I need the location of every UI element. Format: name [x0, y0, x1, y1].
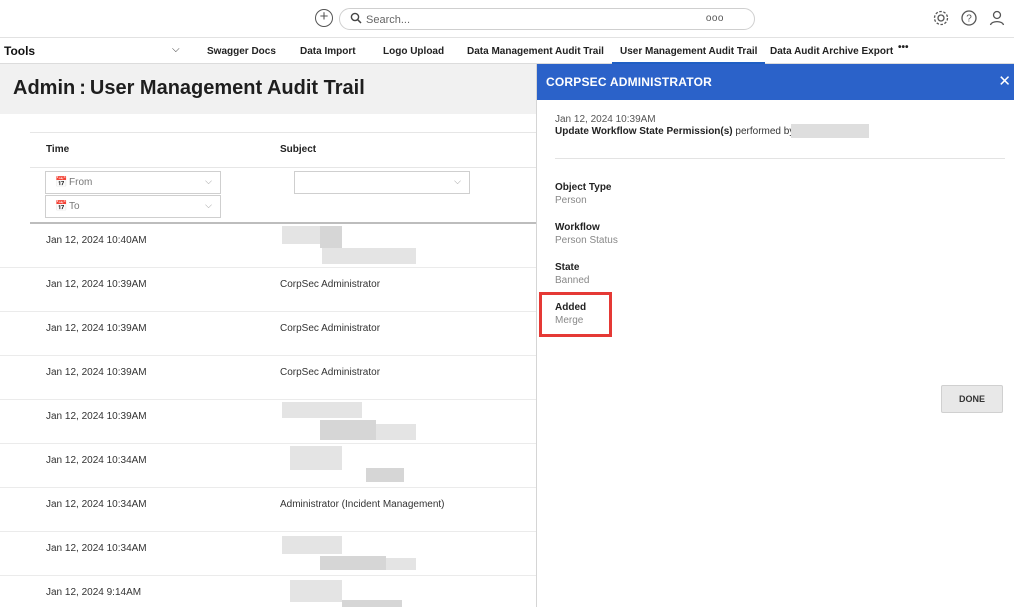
redacted-subject	[322, 248, 416, 264]
nav-item-data-import[interactable]: Data Import	[300, 46, 356, 57]
redacted-subject	[342, 600, 402, 607]
table-row[interactable]: Jan 12, 2024 10:34AM Administrator (Inci…	[0, 488, 536, 532]
redacted-subject	[290, 580, 342, 602]
field-value-state: Banned	[555, 275, 590, 286]
table-row[interactable]: Jan 12, 2024 9:14AM	[0, 576, 536, 607]
page-title: Admin : User Management Audit Trail	[13, 77, 365, 99]
chevron-down-icon: ⌵	[205, 200, 212, 210]
tools-nav-bar: Tools ⌵ Swagger Docs Data Import Logo Up…	[0, 38, 1014, 65]
redacted-subject	[282, 402, 362, 418]
to-date-filter[interactable]: 📅 To ⌵	[45, 195, 221, 218]
table-row[interactable]: Jan 12, 2024 10:34AM	[0, 532, 536, 576]
svg-text:?: ?	[966, 14, 972, 25]
page-header: Admin : User Management Audit Trail	[0, 64, 536, 114]
audit-detail-panel: CORPSEC ADMINISTRATOR ✕ Jan 12, 2024 10:…	[536, 64, 1014, 607]
redacted-subject	[320, 420, 376, 440]
redacted-actor	[791, 124, 869, 138]
table-row[interactable]: Jan 12, 2024 10:40AM	[0, 224, 536, 268]
nav-more-menu[interactable]: •••	[898, 42, 909, 53]
nav-item-swagger-docs[interactable]: Swagger Docs	[207, 46, 276, 57]
table-row[interactable]: Jan 12, 2024 10:39AM CorpSec Administrat…	[0, 268, 536, 312]
field-label-state: State	[555, 262, 580, 273]
chevron-down-icon[interactable]: ⌵	[172, 44, 180, 55]
table-row[interactable]: Jan 12, 2024 10:39AM CorpSec Administrat…	[0, 356, 536, 400]
settings-gear-icon[interactable]	[932, 9, 950, 27]
redacted-subject	[376, 424, 416, 440]
tools-menu[interactable]: Tools	[4, 44, 35, 58]
redacted-subject	[282, 536, 342, 554]
table-top-divider	[30, 132, 536, 133]
field-value-object-type: Person	[555, 195, 587, 206]
from-date-filter[interactable]: 📅 From ⌵	[45, 171, 221, 194]
calendar-icon: 📅	[55, 201, 68, 212]
column-header-subject[interactable]: Subject	[280, 144, 316, 155]
event-description: Update Workflow State Permission(s) perf…	[555, 126, 795, 137]
redacted-subject	[282, 226, 320, 244]
field-value-added: Merge	[555, 315, 584, 326]
column-header-time[interactable]: Time	[46, 144, 69, 155]
field-label-added: Added	[555, 302, 587, 313]
table-row[interactable]: Jan 12, 2024 10:39AM CorpSec Administrat…	[0, 312, 536, 356]
table-header-divider	[30, 167, 536, 168]
add-icon[interactable]: +	[315, 9, 333, 27]
chevron-down-icon: ⌵	[454, 176, 461, 186]
top-bar: + ooo ?	[0, 0, 1014, 38]
redacted-subject	[386, 558, 416, 570]
panel-divider	[555, 158, 1005, 159]
redacted-subject	[320, 556, 386, 570]
panel-title: CORPSEC ADMINISTRATOR	[546, 75, 712, 89]
redacted-subject	[366, 468, 404, 482]
nav-item-logo-upload[interactable]: Logo Upload	[383, 46, 444, 57]
field-label-workflow: Workflow	[555, 222, 600, 233]
table-row[interactable]: Jan 12, 2024 10:34AM	[0, 444, 536, 488]
audit-trail-table: Time Subject 📅 From ⌵ 📅 To ⌵ ⌵ Jan 12, 2…	[0, 114, 536, 607]
calendar-icon: 📅	[55, 177, 68, 188]
search-options[interactable]: ooo	[706, 13, 724, 24]
event-timestamp: Jan 12, 2024 10:39AM	[555, 114, 656, 125]
search-input[interactable]	[366, 11, 666, 28]
nav-item-data-audit-archive-export[interactable]: Data Audit Archive Export	[770, 46, 893, 57]
panel-header: CORPSEC ADMINISTRATOR ✕	[537, 64, 1014, 100]
nav-item-user-management-audit-trail[interactable]: User Management Audit Trail	[611, 46, 766, 65]
subject-filter-select[interactable]: ⌵	[294, 171, 470, 194]
redacted-subject	[290, 446, 342, 470]
help-icon[interactable]: ?	[960, 9, 978, 27]
field-value-workflow: Person Status	[555, 235, 618, 246]
redacted-subject	[320, 226, 342, 248]
chevron-down-icon: ⌵	[205, 176, 212, 186]
user-profile-icon[interactable]	[988, 9, 1006, 27]
done-button[interactable]: DONE	[941, 385, 1003, 413]
search-icon	[350, 12, 362, 24]
close-icon[interactable]: ✕	[998, 72, 1011, 90]
field-label-object-type: Object Type	[555, 182, 612, 193]
nav-item-data-management-audit-trail[interactable]: Data Management Audit Trail	[467, 46, 604, 57]
search-box[interactable]: ooo	[339, 8, 755, 30]
table-row[interactable]: Jan 12, 2024 10:39AM	[0, 400, 536, 444]
